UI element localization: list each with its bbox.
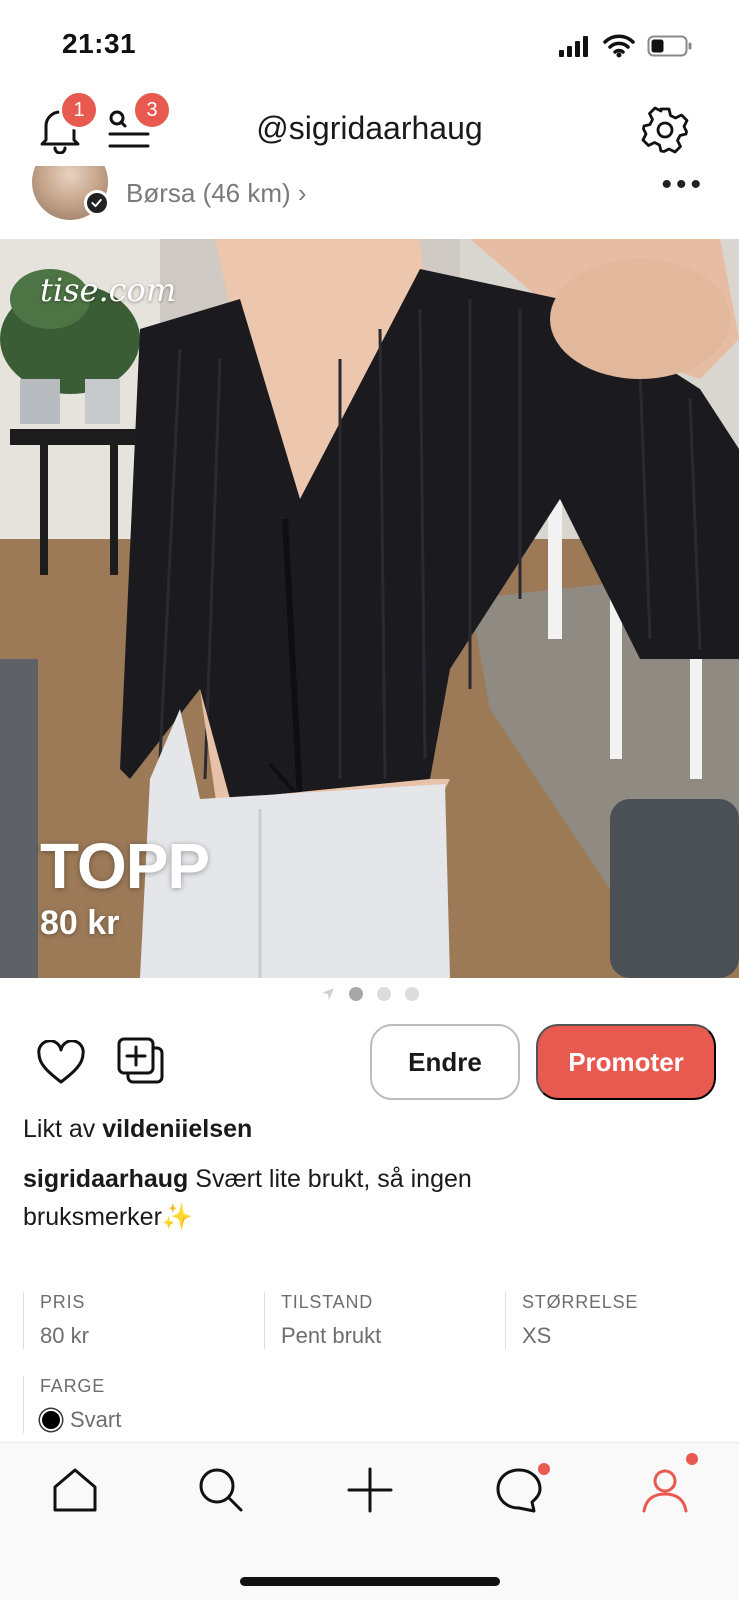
wifi-icon — [603, 34, 635, 58]
attr-color-value: Svart — [40, 1407, 243, 1433]
header: 1 3 @sigridaarhaug — [0, 86, 739, 166]
attr-color-label: FARGE — [40, 1376, 106, 1396]
bottom-nav — [0, 1442, 739, 1600]
liked-by-user[interactable]: vildeniielsen — [102, 1115, 252, 1143]
pagination-dot[interactable] — [376, 987, 391, 1001]
edit-button[interactable]: Endre — [370, 1024, 520, 1100]
attr-price-value: 80 kr — [40, 1323, 89, 1348]
liked-by: Likt av vildeniielsen — [23, 1115, 252, 1144]
attr-size-label: STØRRELSE — [522, 1292, 639, 1312]
add-icon[interactable] — [345, 1465, 395, 1515]
search-icon[interactable] — [196, 1465, 246, 1515]
attr-color-text: Svart — [70, 1407, 122, 1432]
image-pagination — [0, 982, 739, 1006]
attr-size-value: XS — [522, 1323, 552, 1348]
watermark-logo: tise.com — [40, 271, 177, 309]
chat-icon[interactable] — [494, 1465, 544, 1515]
home-indicator — [240, 1577, 500, 1586]
gear-icon[interactable] — [641, 106, 689, 154]
battery-icon — [647, 35, 692, 57]
actions-row: Endre Promoter — [0, 1022, 739, 1102]
description: sigridaarhaug Svært lite brukt, så ingen… — [23, 1160, 583, 1236]
liked-by-prefix: Likt av — [23, 1115, 96, 1143]
chat-notification-dot — [538, 1463, 550, 1475]
status-time: 21:31 — [62, 28, 137, 59]
profile-notification-dot — [686, 1453, 698, 1465]
promote-button[interactable]: Promoter — [536, 1024, 716, 1100]
attr-price-label: PRIS — [40, 1292, 86, 1312]
page-title: @sigridaarhaug — [256, 110, 483, 146]
attr-size: STØRRELSE XS — [505, 1292, 725, 1349]
product-title: TOPP — [40, 830, 210, 902]
more-options-icon[interactable]: ••• — [661, 168, 705, 202]
pagination-dot-active[interactable] — [348, 987, 363, 1001]
verified-icon — [84, 190, 110, 216]
status-icons — [559, 34, 693, 58]
product-image[interactable]: tise.com TOPP 80 kr — [0, 239, 739, 978]
attr-condition-label: TILSTAND — [281, 1292, 374, 1312]
attr-condition-value: Pent brukt — [281, 1323, 382, 1348]
add-to-collection-icon[interactable] — [116, 1036, 166, 1086]
pagination-dot[interactable] — [404, 987, 419, 1001]
description-user[interactable]: sigridaarhaug — [23, 1165, 188, 1193]
profile-icon[interactable] — [640, 1465, 690, 1515]
seller-row[interactable]: Børsa (46 km) › ••• — [0, 166, 739, 238]
signal-icon — [559, 36, 588, 57]
color-swatch — [40, 1409, 62, 1431]
heart-icon[interactable] — [36, 1040, 86, 1086]
product-price: 80 kr — [40, 904, 120, 942]
attr-condition: TILSTAND Pent brukt — [264, 1292, 484, 1349]
seller-location[interactable]: Børsa (46 km) › — [126, 178, 307, 209]
attr-price: PRIS 80 kr — [23, 1292, 243, 1349]
location-arrow-icon — [321, 988, 334, 1000]
home-icon[interactable] — [50, 1465, 100, 1515]
attr-color: FARGE Svart — [23, 1376, 243, 1433]
status-bar: 21:31 — [0, 0, 739, 86]
